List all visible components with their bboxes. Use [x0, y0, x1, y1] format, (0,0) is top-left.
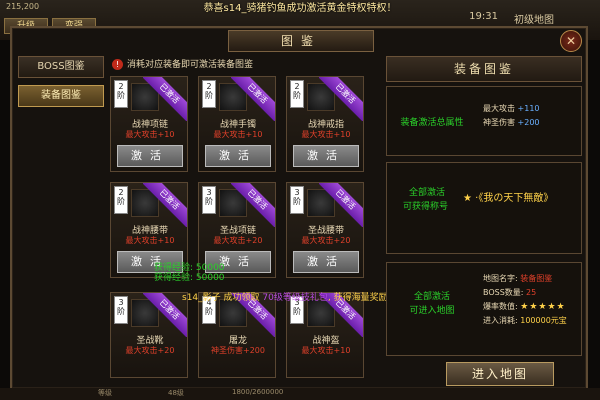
activate-button[interactable]: 激活 — [205, 145, 271, 167]
equip-card[interactable]: 2阶 已激活 战神项链 最大攻击+10 激活 — [110, 76, 188, 172]
tier-badge: 2阶 — [202, 80, 216, 108]
ribbon-label: 已激活 — [231, 183, 275, 227]
attr-key: 神圣伤害 — [483, 118, 515, 127]
equip-stat: 最大攻击+10 — [213, 130, 263, 139]
nav-item-equipment[interactable]: 装备图鉴 — [18, 85, 104, 107]
equip-stat: 最大攻击+10 — [301, 130, 351, 139]
broadcast-top: 恭喜s14_骑猪钓鱼成功激活黄金特权特权！ — [203, 3, 397, 14]
map-info-value: 25 — [526, 288, 537, 297]
ribbon-label: 已激活 — [143, 77, 187, 121]
attr-row: 最大攻击 +110 — [483, 103, 540, 114]
activate-button[interactable]: 激活 — [293, 145, 359, 167]
map-info-key: 进入消耗: — [483, 316, 518, 325]
bottom-level-label: 等级 — [98, 389, 112, 397]
enter-map-button[interactable]: 进入地图 — [446, 362, 554, 386]
codex-summary: 装备图鉴 装备激活总属性 最大攻击 +110 神圣伤害 +200 全部激活 可获… — [386, 56, 582, 386]
tier-badge: 3阶 — [290, 186, 304, 214]
activated-ribbon: 已激活 — [319, 183, 363, 227]
tier-badge: 2阶 — [114, 80, 128, 108]
close-button[interactable]: ✕ — [560, 30, 582, 52]
ribbon-label: 已激活 — [143, 183, 187, 227]
map-info-key: 爆率数值: — [483, 302, 518, 311]
total-attributes-box: 装备激活总属性 最大攻击 +110 神圣伤害 +200 — [386, 86, 582, 156]
equip-card[interactable]: 3阶 已激活 圣战靴 最大攻击+20 — [110, 292, 188, 378]
summary-title: 装备图鉴 — [386, 56, 582, 82]
equip-card[interactable]: 2阶 已激活 战神戒指 最大攻击+10 激活 — [286, 76, 364, 172]
map-info-value: ★★★★★ — [520, 302, 566, 312]
bottom-exp: 1800/2600000 — [232, 388, 284, 396]
title-reward-box: 全部激活 可获得称号 ★ ·《我の天下無敵》 — [386, 162, 582, 254]
tier-badge: 2阶 — [290, 80, 304, 108]
bottom-hud: 等级 48级 1800/2600000 — [0, 388, 600, 400]
tier-badge: 3阶 — [114, 296, 128, 324]
equip-stat: 最大攻击+10 — [301, 346, 351, 355]
activated-ribbon: 已激活 — [143, 183, 187, 227]
hud-map-name: 初级地图 — [514, 15, 554, 26]
map-info-value: 装备图鉴 — [520, 274, 553, 283]
ribbon-label: 已激活 — [319, 77, 363, 121]
codex-nav: BOSS图鉴 装备图鉴 — [18, 56, 104, 114]
total-attributes-label: 装备激活总属性 — [400, 118, 464, 128]
map-info-row: BOSS数量: 25 — [483, 287, 536, 298]
activate-button[interactable]: 激活 — [117, 145, 183, 167]
map-info-value: 100000元宝 — [520, 316, 567, 325]
map-label-1: 全部激活 — [413, 292, 450, 302]
exp-gain-text: 获得经验: 50000 — [154, 273, 225, 283]
attr-row: 神圣伤害 +200 — [483, 117, 540, 128]
activated-ribbon: 已激活 — [231, 77, 275, 121]
alert-icon: ! — [112, 59, 123, 70]
equip-card[interactable]: 3阶 已激活 圣战腰带 最大攻击+20 激活 — [286, 182, 364, 278]
equip-card[interactable]: 3阶 已激活 战神盔 最大攻击+10 — [286, 292, 364, 378]
map-info-key: BOSS数量: — [483, 288, 524, 297]
map-label-2: 可进入地图 — [409, 306, 455, 316]
ribbon-label: 已激活 — [319, 183, 363, 227]
broadcast-suffix: , 获得海量奖励! — [327, 293, 392, 303]
equip-stat: 最大攻击+20 — [213, 236, 263, 245]
activate-button[interactable]: 激活 — [293, 251, 359, 273]
broadcast-player: s14_影子 — [182, 293, 221, 303]
activated-ribbon: 已激活 — [319, 77, 363, 121]
equip-card[interactable]: 4阶 已激活 屠龙 神圣伤害+200 — [198, 292, 276, 378]
activated-ribbon: 已激活 — [143, 293, 187, 337]
equip-stat: 最大攻击+10 — [125, 236, 175, 245]
hud-time: 19:31 — [469, 11, 498, 22]
equipment-grid: 2阶 已激活 战神项链 最大攻击+10 激活 2阶 已激活 战神手镯 最大攻击+… — [110, 76, 370, 388]
broadcast-item: 70级等级技礼包 — [262, 293, 328, 303]
codex-panel: 图鉴 ✕ BOSS图鉴 装备图鉴 ! 消耗对应装备即可激活装备图鉴 2阶 已激活 … — [10, 26, 588, 390]
hud-stat: 215,200 — [6, 2, 40, 11]
activated-ribbon: 已激活 — [231, 183, 275, 227]
map-info-row: 地图名字: 装备图鉴 — [483, 273, 552, 284]
equip-stat: 最大攻击+10 — [125, 130, 175, 139]
broadcast-mid: 成功领取 — [223, 293, 260, 303]
map-info-row: 进入消耗: 100000元宝 — [483, 315, 567, 326]
equip-stat: 神圣伤害+200 — [211, 346, 265, 355]
nav-item-boss[interactable]: BOSS图鉴 — [18, 56, 104, 78]
attr-key: 最大攻击 — [483, 104, 515, 113]
reward-broadcast: s14_影子 成功领取 70级等级技礼包, 获得海量奖励! — [182, 290, 391, 303]
map-info-row: 爆率数值: ★★★★★ — [483, 301, 566, 312]
map-info-key: 地图名字: — [483, 274, 518, 283]
attr-value: +200 — [517, 118, 540, 127]
close-icon: ✕ — [565, 34, 577, 48]
ribbon-label: 已激活 — [143, 293, 187, 337]
equip-card[interactable]: 2阶 已激活 战神手镯 最大攻击+10 激活 — [198, 76, 276, 172]
bottom-level: 48级 — [168, 389, 184, 397]
tier-badge: 3阶 — [202, 186, 216, 214]
attr-value: +110 — [517, 104, 540, 113]
equip-stat: 最大攻击+20 — [125, 346, 175, 355]
panel-title: 图鉴 — [228, 30, 374, 52]
title-reward: ★ ·《我の天下無敵》 — [463, 193, 554, 204]
activated-ribbon: 已激活 — [143, 77, 187, 121]
equip-stat: 最大攻击+20 — [301, 236, 351, 245]
notice: ! 消耗对应装备即可激活装备图鉴 — [112, 58, 253, 72]
tier-badge: 2阶 — [114, 186, 128, 214]
ribbon-label: 已激活 — [231, 77, 275, 121]
map-box: 全部激活 可进入地图 地图名字: 装备图鉴 BOSS数量: 25 爆率数值: ★… — [386, 262, 582, 356]
notice-text: 消耗对应装备即可激活装备图鉴 — [127, 60, 254, 70]
